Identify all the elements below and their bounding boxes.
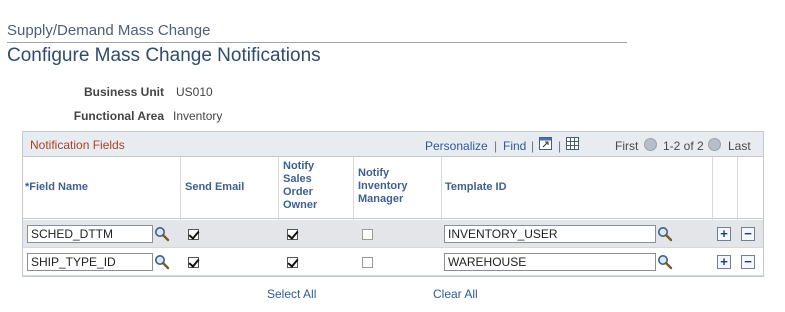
send-email-checkbox[interactable] xyxy=(188,257,199,268)
magnifier-icon[interactable] xyxy=(657,254,673,270)
column-header-template-id: Template ID xyxy=(445,181,507,193)
column-header-notify-inventory-manager: Notify Inventory Manager xyxy=(358,167,408,205)
column-header-notify-sales-owner: Notify Sales Order Owner xyxy=(283,160,318,211)
business-unit-label: Business Unit xyxy=(83,85,164,99)
find-link[interactable]: Find xyxy=(503,139,526,153)
notify-inventory-manager-checkbox[interactable] xyxy=(362,257,373,268)
functional-area-value: Inventory xyxy=(173,109,223,123)
nav-separator: | xyxy=(558,139,562,153)
field-name-input[interactable]: SCHED_DTTM xyxy=(27,225,153,243)
add-row-button[interactable]: + xyxy=(717,255,731,269)
spreadsheet-icon[interactable] xyxy=(566,137,579,150)
column-header-field-name: *Field Name xyxy=(25,181,88,193)
template-id-input[interactable]: WAREHOUSE xyxy=(444,253,656,271)
zoom-window-icon[interactable] xyxy=(539,137,552,150)
notification-fields-grid: Notification Fields Personalize | Find |… xyxy=(22,131,764,277)
previous-arrow-icon[interactable] xyxy=(644,138,657,151)
page-title: Configure Mass Change Notifications xyxy=(7,45,321,66)
page-subtitle: Supply/Demand Mass Change xyxy=(7,22,211,39)
personalize-link[interactable]: Personalize xyxy=(425,139,488,153)
delete-row-button[interactable]: − xyxy=(741,227,755,241)
notify-sales-owner-checkbox[interactable] xyxy=(287,229,298,240)
column-header-row: *Field Name Send Email Notify Sales Orde… xyxy=(23,157,763,219)
grid-header-bar: Notification Fields Personalize | Find |… xyxy=(23,132,763,157)
table-row: SHIP_TYPE_ID WAREHOUSE + − xyxy=(23,248,763,276)
title-divider xyxy=(7,42,627,43)
clear-all-link[interactable]: Clear All xyxy=(433,287,478,301)
nav-separator: | xyxy=(494,139,498,153)
notify-sales-owner-checkbox[interactable] xyxy=(287,257,298,268)
table-row: SCHED_DTTM INVENTORY_USER + − xyxy=(23,220,763,248)
last-label: Last xyxy=(728,139,751,153)
notify-inventory-manager-checkbox[interactable] xyxy=(362,229,373,240)
select-all-link[interactable]: Select All xyxy=(267,287,316,301)
grid-title: Notification Fields xyxy=(30,138,125,152)
send-email-checkbox[interactable] xyxy=(188,229,199,240)
nav-separator: | xyxy=(531,139,535,153)
first-label: First xyxy=(615,139,639,153)
functional-area-label: Functional Area xyxy=(73,109,164,123)
magnifier-icon[interactable] xyxy=(657,226,673,242)
delete-row-button[interactable]: − xyxy=(741,255,755,269)
magnifier-icon[interactable] xyxy=(154,226,170,242)
range-label: 1-2 of 2 xyxy=(663,139,704,153)
next-arrow-icon[interactable] xyxy=(708,138,721,151)
add-row-button[interactable]: + xyxy=(717,227,731,241)
column-header-send-email: Send Email xyxy=(185,181,245,193)
business-unit-value: US010 xyxy=(176,85,213,99)
magnifier-icon[interactable] xyxy=(154,254,170,270)
template-id-input[interactable]: INVENTORY_USER xyxy=(444,225,656,243)
field-name-input[interactable]: SHIP_TYPE_ID xyxy=(27,253,153,271)
